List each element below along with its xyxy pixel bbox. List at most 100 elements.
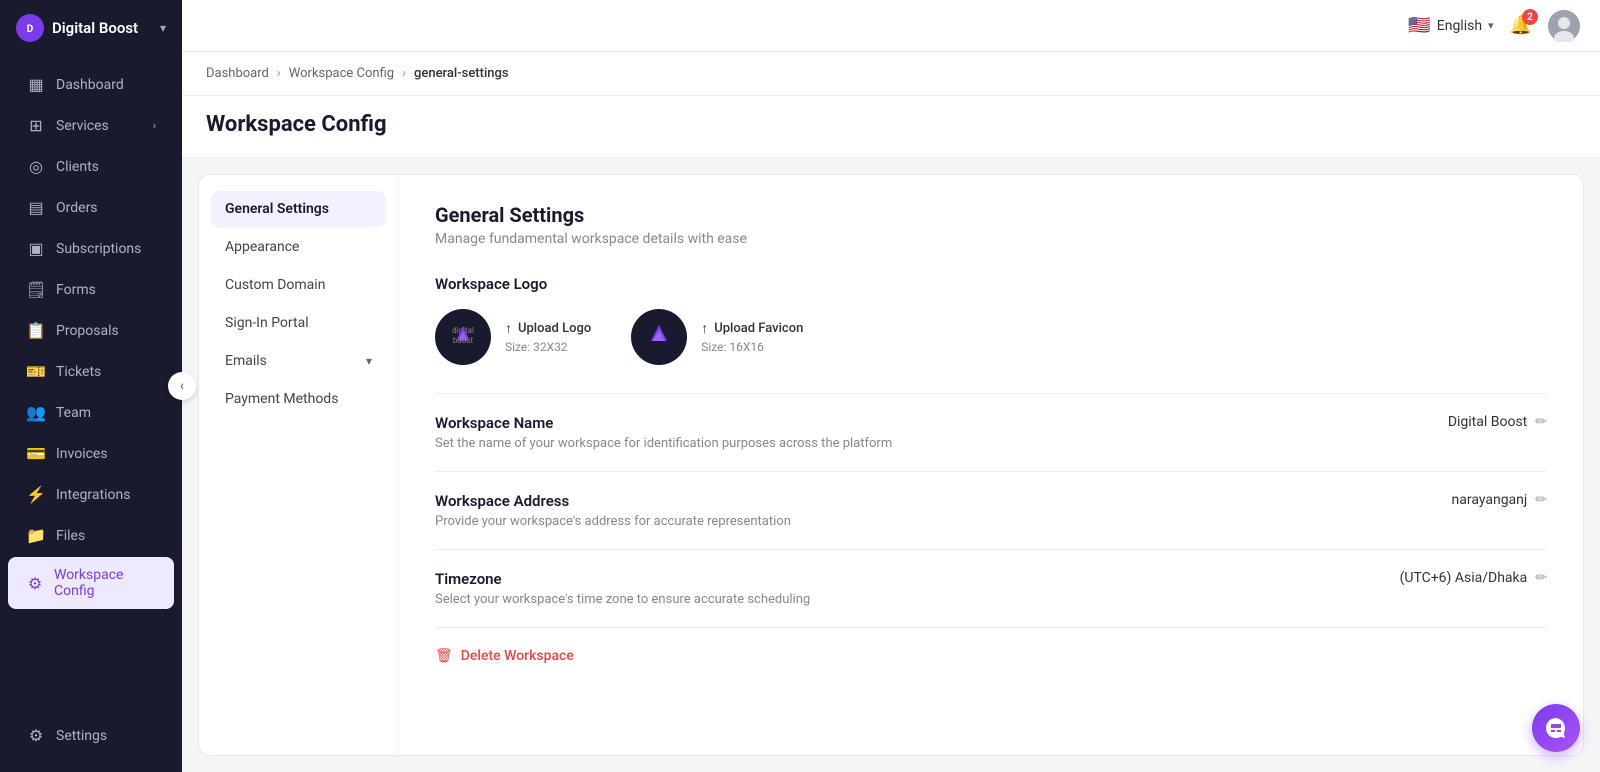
- ws-section-title: General Settings: [435, 203, 1547, 227]
- ws-nav-custom-domain-label: Custom Domain: [225, 277, 325, 293]
- favicon-size-label: Size: 16X16: [701, 340, 803, 354]
- ws-content-panel: General Settings Manage fundamental work…: [399, 175, 1583, 755]
- timezone-desc: Select your workspace's time zone to ens…: [435, 592, 1035, 607]
- workspace-name-text: Digital Boost: [1448, 414, 1527, 430]
- sidebar-item-workspace-config[interactable]: ⚙ Workspace Config: [8, 557, 174, 609]
- breadcrumb-sep-1: ›: [277, 66, 281, 81]
- logo-section-label: Workspace Logo: [435, 275, 1547, 293]
- ws-nav-sign-in-portal[interactable]: Sign-In Portal: [211, 305, 386, 341]
- ws-nav-appearance[interactable]: Appearance: [211, 229, 386, 265]
- orders-icon: ▤: [26, 198, 46, 217]
- language-selector[interactable]: 🇺🇸 English ▾: [1408, 15, 1493, 36]
- workspace-name-desc: Set the name of your workspace for ident…: [435, 436, 1035, 451]
- services-chevron-icon: ›: [153, 119, 156, 132]
- workspace-address-desc: Provide your workspace's address for acc…: [435, 514, 1035, 529]
- user-avatar[interactable]: [1548, 10, 1580, 42]
- sidebar-label-forms: Forms: [56, 282, 96, 298]
- content-area: Dashboard › Workspace Config › general-s…: [182, 52, 1600, 772]
- workspace-name-row: Workspace Name Set the name of your work…: [435, 393, 1547, 471]
- sidebar-item-invoices[interactable]: 💳 Invoices: [8, 434, 174, 473]
- sidebar-item-proposals[interactable]: 📋 Proposals: [8, 311, 174, 350]
- sidebar-label-services: Services: [56, 118, 109, 134]
- sidebar-item-orders[interactable]: ▤ Orders: [8, 188, 174, 227]
- services-icon: ⊞: [26, 116, 46, 135]
- upload-favicon-item: ↑ Upload Favicon Size: 16X16: [631, 309, 803, 365]
- sidebar-item-integrations[interactable]: ⚡ Integrations: [8, 475, 174, 514]
- workspace-address-row: Workspace Address Provide your workspace…: [435, 471, 1547, 549]
- language-label: English: [1437, 18, 1482, 34]
- ws-nav-emails-label: Emails: [225, 353, 267, 369]
- workspace-name-label: Workspace Name: [435, 414, 1035, 432]
- ws-nav-general-settings[interactable]: General Settings: [211, 191, 386, 227]
- integrations-icon: ⚡: [26, 485, 46, 504]
- logo-size-label: Size: 32X32: [505, 340, 591, 354]
- sidebar-item-clients[interactable]: ◎ Clients: [8, 147, 174, 186]
- svg-text:D: D: [27, 24, 34, 35]
- sidebar-label-clients: Clients: [56, 159, 99, 175]
- subscriptions-icon: ▣: [26, 239, 46, 258]
- sidebar-label-files: Files: [56, 528, 85, 544]
- sidebar-collapse-button[interactable]: ‹: [168, 372, 196, 400]
- breadcrumb-workspace-config[interactable]: Workspace Config: [289, 66, 394, 81]
- sidebar-item-tickets[interactable]: 🎫 Tickets: [8, 352, 174, 391]
- logo-section: Workspace Logo digital boost: [435, 275, 1547, 365]
- upload-logo-info: ↑ Upload Logo Size: 32X32: [505, 320, 591, 354]
- sidebar-label-dashboard: Dashboard: [56, 77, 124, 93]
- delete-workspace-icon: 🗑: [435, 648, 453, 664]
- sidebar-brand[interactable]: D Digital Boost ▾: [0, 0, 182, 56]
- sidebar-item-dashboard[interactable]: ▦ Dashboard: [8, 65, 174, 104]
- workspace-address-value: narayanganj ✏: [1452, 492, 1548, 508]
- team-icon: 👥: [26, 403, 46, 422]
- ws-nav-payment-methods[interactable]: Payment Methods: [211, 381, 386, 417]
- timezone-value: (UTC+6) Asia/Dhaka ✏: [1400, 570, 1547, 586]
- favicon-preview: [631, 309, 687, 365]
- ws-nav-appearance-label: Appearance: [225, 239, 299, 255]
- chat-bubble-button[interactable]: [1532, 704, 1580, 752]
- workspace-address-edit-icon[interactable]: ✏: [1535, 492, 1547, 508]
- sidebar-item-settings[interactable]: ⚙ Settings: [8, 716, 174, 755]
- delete-workspace-row: 🗑 Delete Workspace: [435, 627, 1547, 684]
- brand-name: Digital Boost: [52, 19, 152, 37]
- workspace-config-icon: ⚙: [26, 574, 44, 593]
- breadcrumb: Dashboard › Workspace Config › general-s…: [182, 52, 1600, 96]
- sidebar: D Digital Boost ▾ ▦ Dashboard ⊞ Services…: [0, 0, 182, 772]
- invoices-icon: 💳: [26, 444, 46, 463]
- sidebar-item-services[interactable]: ⊞ Services ›: [8, 106, 174, 145]
- timezone-edit-icon[interactable]: ✏: [1535, 570, 1547, 586]
- delete-workspace-button[interactable]: 🗑 Delete Workspace: [435, 648, 1547, 664]
- timezone-text: (UTC+6) Asia/Dhaka: [1400, 570, 1528, 586]
- workspace-config-layout: General Settings Appearance Custom Domai…: [198, 174, 1584, 756]
- breadcrumb-current: general-settings: [414, 66, 509, 81]
- workspace-address-text: narayanganj: [1452, 492, 1528, 508]
- settings-icon: ⚙: [26, 726, 46, 745]
- ws-section-subtitle: Manage fundamental workspace details wit…: [435, 231, 1547, 247]
- notification-badge: 2: [1522, 9, 1538, 25]
- sidebar-label-workspace-config: Workspace Config: [54, 567, 156, 599]
- sidebar-bottom: ⚙ Settings: [0, 705, 182, 772]
- sidebar-label-proposals: Proposals: [56, 323, 119, 339]
- sidebar-item-forms[interactable]: 🗒 Forms: [8, 270, 174, 309]
- clients-icon: ◎: [26, 157, 46, 176]
- ws-nav-custom-domain[interactable]: Custom Domain: [211, 267, 386, 303]
- upload-logo-button[interactable]: ↑ Upload Logo: [505, 320, 591, 337]
- sidebar-item-subscriptions[interactable]: ▣ Subscriptions: [8, 229, 174, 268]
- upload-favicon-icon: ↑: [701, 320, 708, 337]
- upload-favicon-info: ↑ Upload Favicon Size: 16X16: [701, 320, 803, 354]
- workspace-address-info: Workspace Address Provide your workspace…: [435, 492, 1035, 529]
- files-icon: 📁: [26, 526, 46, 545]
- workspace-logo-preview: digital boost: [435, 309, 491, 365]
- upload-favicon-button[interactable]: ↑ Upload Favicon: [701, 320, 803, 337]
- delete-workspace-label: Delete Workspace: [461, 648, 574, 664]
- ws-nav-emails[interactable]: Emails ▾: [211, 343, 386, 379]
- ws-nav-sign-in-portal-label: Sign-In Portal: [225, 315, 309, 331]
- emails-chevron-icon: ▾: [366, 354, 372, 368]
- breadcrumb-dashboard[interactable]: Dashboard: [206, 66, 269, 81]
- sidebar-item-team[interactable]: 👥 Team: [8, 393, 174, 432]
- sidebar-label-orders: Orders: [56, 200, 98, 216]
- sidebar-item-files[interactable]: 📁 Files: [8, 516, 174, 555]
- language-chevron-icon: ▾: [1488, 19, 1494, 32]
- workspace-name-edit-icon[interactable]: ✏: [1535, 414, 1547, 430]
- main-content: 🇺🇸 English ▾ 🔔 2 Dashboard › Workspace C…: [182, 0, 1600, 772]
- upload-favicon-label: Upload Favicon: [714, 321, 803, 336]
- notification-button[interactable]: 🔔 2: [1510, 15, 1532, 36]
